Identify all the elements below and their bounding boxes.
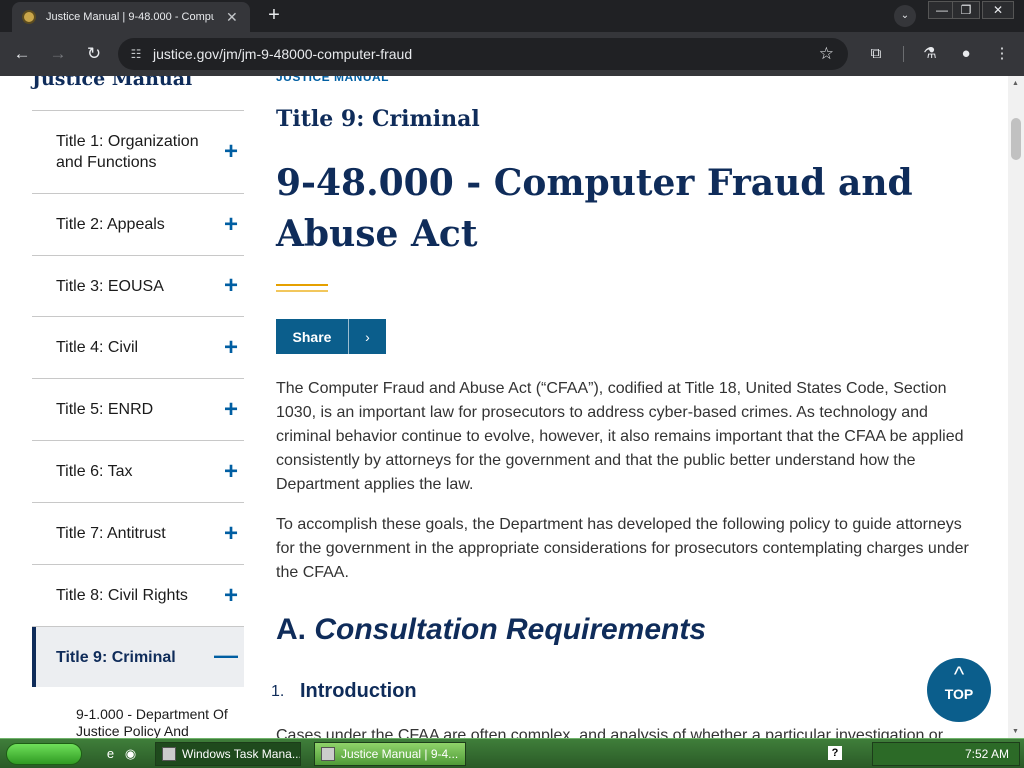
new-tab-button[interactable]: +: [262, 4, 286, 28]
chevron-up-icon: ^: [953, 662, 965, 687]
breadcrumb-eyebrow[interactable]: JUSTICE MANUAL: [276, 76, 389, 84]
back-icon[interactable]: ←: [10, 42, 34, 66]
site-info-icon[interactable]: ☷: [128, 46, 144, 62]
sidebar-item-title-2[interactable]: Title 2: Appeals +: [32, 194, 244, 256]
subsection-heading: Introduction: [300, 680, 417, 702]
intro-paragraph-2: To accomplish these goals, the Departmen…: [276, 516, 969, 581]
sidebar-item-title-6[interactable]: Title 6: Tax +: [32, 441, 244, 503]
section-letter: A.: [276, 613, 306, 646]
toolbar-divider: [903, 46, 904, 62]
expand-plus-icon[interactable]: +: [224, 212, 238, 237]
start-button[interactable]: [6, 743, 82, 765]
browser-tab-active[interactable]: Justice Manual | 9-48.000 - Computer Fra…: [12, 2, 250, 32]
clock[interactable]: 7:52 AM: [965, 743, 1009, 765]
back-to-top-button[interactable]: ^ TOP: [927, 658, 991, 722]
top-label: TOP: [944, 686, 974, 702]
scrollbar-thumb[interactable]: [1011, 118, 1021, 160]
section-paragraph: Cases under the CFAA are often complex, …: [276, 727, 944, 738]
collapse-minus-icon[interactable]: —: [214, 644, 238, 668]
scroll-down-arrow-icon[interactable]: ▼: [1012, 728, 1019, 735]
browser-toolbar: ← → ↻ ☷ justice.gov/jm/jm-9-48000-comput…: [0, 32, 1024, 76]
tab-search-icon[interactable]: ⌄: [894, 5, 916, 27]
section-title: Consultation Requirements: [314, 613, 707, 646]
share-button[interactable]: Share ›: [276, 319, 386, 354]
extensions-icon[interactable]: ⧉: [864, 42, 888, 66]
sidebar-heading[interactable]: Justice Manual: [32, 76, 192, 90]
restore-window-button[interactable]: ❐: [952, 1, 980, 19]
intro-paragraph-1: The Computer Fraud and Abuse Act (“CFAA”…: [276, 380, 964, 493]
task-manager-icon: [162, 747, 176, 761]
bookmark-star-icon[interactable]: ☆: [819, 44, 834, 64]
sidebar-item-label: Title 2: Appeals: [56, 216, 165, 233]
page-scrollbar[interactable]: ▲ ▼: [1008, 76, 1024, 738]
chevron-right-icon: ›: [365, 328, 370, 345]
sidebar-item-label: Title 1: Organization and Functions: [56, 133, 199, 171]
profile-icon[interactable]: ●: [954, 42, 978, 66]
expand-plus-icon[interactable]: +: [224, 583, 238, 608]
sidebar-item-label: Title 5: ENRD: [56, 401, 154, 418]
reload-icon[interactable]: ↻: [82, 42, 106, 66]
sidebar-item-title-4[interactable]: Title 4: Civil +: [32, 317, 244, 379]
sidebar-item-title-1[interactable]: Title 1: Organization and Functions +: [32, 111, 244, 194]
labs-flask-icon[interactable]: ⚗: [918, 42, 942, 66]
sidebar-item-title-5[interactable]: Title 5: ENRD +: [32, 379, 244, 441]
section-heading-a: A. Consultation Requirements: [276, 613, 706, 647]
url-text[interactable]: justice.gov/jm/jm-9-48000-computer-fraud: [153, 46, 412, 62]
help-icon[interactable]: ?: [828, 746, 842, 760]
sidebar-item-title-8[interactable]: Title 8: Civil Rights +: [32, 565, 244, 627]
doj-seal-favicon-icon: [22, 10, 36, 24]
chrome-browser-icon[interactable]: ◉: [122, 745, 139, 762]
scroll-up-arrow-icon[interactable]: ▲: [1012, 80, 1019, 87]
expand-plus-icon[interactable]: +: [224, 397, 238, 422]
taskbar-item-label: Justice Manual | 9-4...: [341, 747, 459, 761]
system-tray: 7:52 AM: [872, 742, 1020, 766]
title-underline-decoration: [276, 284, 328, 292]
sidebar-subitem[interactable]: 9-1.000 - Department Of Justice Policy A…: [76, 706, 246, 738]
page-viewport: Justice Manual Title 1: Organization and…: [0, 76, 1008, 738]
sidebar-item-label: Title 6: Tax: [56, 463, 133, 480]
address-bar[interactable]: ☷ justice.gov/jm/jm-9-48000-computer-fra…: [118, 38, 848, 70]
sidebar-item-title-3[interactable]: Title 3: EOUSA +: [32, 256, 244, 317]
sidebar-item-label: Title 4: Civil: [56, 339, 139, 356]
sidebar-item-title-9[interactable]: Title 9: Criminal —: [32, 627, 244, 687]
os-taskbar: e ◉ Windows Task Mana... Justice Manual …: [0, 738, 1024, 768]
share-divider: [348, 319, 349, 354]
tab-title: Justice Manual | 9-48.000 - Computer Fra…: [46, 11, 214, 23]
close-window-button[interactable]: ✕: [982, 1, 1014, 19]
subsection-number: 1.: [271, 683, 285, 700]
expand-plus-icon[interactable]: +: [224, 274, 238, 298]
ie-browser-icon[interactable]: e: [102, 745, 119, 762]
close-tab-icon[interactable]: ✕: [226, 10, 238, 24]
taskbar-item-label: Windows Task Mana...: [182, 747, 301, 761]
expand-plus-icon[interactable]: +: [224, 459, 238, 484]
sidebar-item-title-7[interactable]: Title 7: Antitrust +: [32, 503, 244, 565]
expand-plus-icon[interactable]: +: [224, 521, 238, 546]
chrome-window-icon: [321, 747, 335, 761]
page-title: 9-48.000 - Computer Fraud and Abuse Act: [276, 162, 913, 255]
sidebar-item-label: Title 9: Criminal: [56, 648, 176, 666]
taskbar-task-manager[interactable]: Windows Task Mana...: [155, 742, 301, 766]
sidebar-nav: Title 1: Organization and Functions + Ti…: [32, 110, 244, 687]
sidebar-item-label: Title 3: EOUSA: [56, 277, 164, 295]
expand-plus-icon[interactable]: +: [224, 140, 238, 164]
sidebar-item-label: Title 7: Antitrust: [56, 525, 166, 542]
page-subtitle: Title 9: Criminal: [276, 106, 480, 132]
sidebar-item-label: Title 8: Civil Rights: [56, 587, 188, 604]
share-button-label: Share: [292, 328, 332, 345]
browser-menu-icon[interactable]: ⋮: [990, 42, 1014, 66]
browser-tab-strip: Justice Manual | 9-48.000 - Computer Fra…: [0, 0, 1024, 32]
taskbar-justice-manual[interactable]: Justice Manual | 9-4...: [314, 742, 466, 766]
expand-plus-icon[interactable]: +: [224, 335, 238, 360]
forward-icon[interactable]: →: [46, 42, 70, 66]
